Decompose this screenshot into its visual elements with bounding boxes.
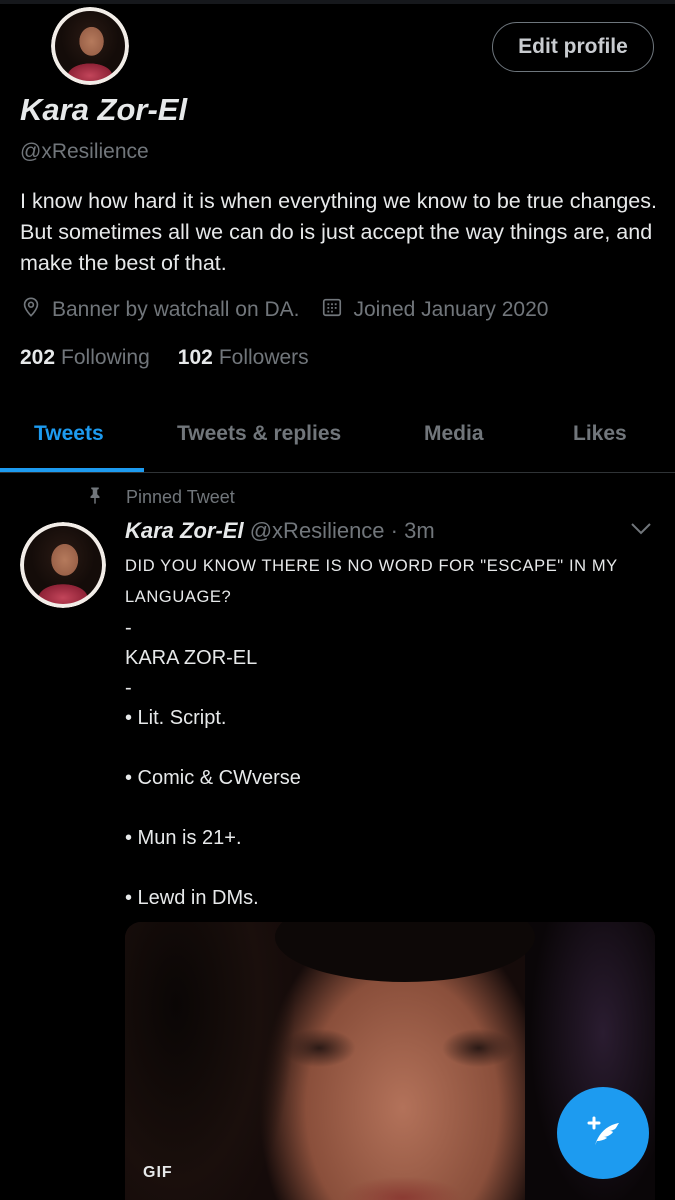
follow-counts: 202 Following 102 Followers [20,346,337,370]
following-count: 202 [20,346,56,369]
profile-meta: Banner by watchall on DA. Joined January… [20,296,548,324]
active-tab-indicator [0,468,144,472]
profile-handle: @xResilience [20,140,149,163]
tweet-time[interactable]: 3m [404,518,435,543]
tweet-bullet: • Lit. Script. [125,707,227,729]
gif-image-shade [125,922,295,1200]
tweet-author-handle[interactable]: @xResilience [250,518,385,543]
tweet-separator: · [390,518,398,543]
tweet-bullet: • Lewd in DMs. [125,887,259,909]
profile-location: Banner by watchall on DA. [52,298,300,321]
profile-avatar[interactable] [48,4,132,88]
followers-count: 102 [177,346,213,369]
gif-badge: GIF [143,1164,173,1181]
following-label: Following [61,346,150,369]
tab-tweets[interactable]: Tweets [34,422,104,446]
profile-joined: Joined January 2020 [353,298,549,321]
tweet-author-name[interactable]: Kara Zor-El [125,518,244,543]
tweet-body: DID YOU KNOW THERE IS NO WORD FOR "ESCAP… [125,551,665,913]
edit-profile-button[interactable]: Edit profile [492,22,654,72]
tab-media[interactable]: Media [424,422,484,446]
pinned-label: Pinned Tweet [126,487,235,507]
top-status-strip [0,0,675,4]
location-icon [20,296,52,324]
pin-icon [86,486,126,509]
followers-label: Followers [218,346,309,369]
pinned-indicator: Pinned Tweet [86,486,235,509]
tab-likes[interactable]: Likes [573,422,627,446]
tweet-bullet: • Mun is 21+. [125,827,242,849]
avatar-image [20,522,106,608]
tweet-bullet: • Comic & CWverse [125,767,301,789]
compose-tweet-button[interactable] [557,1087,649,1179]
profile-tabs: Tweets Tweets & replies Media Likes [0,412,675,473]
following-link[interactable]: 202 Following [20,346,150,370]
tweet-line: - [125,677,132,699]
tweet-author-avatar[interactable] [20,522,106,608]
profile-name: Kara Zor-El [20,92,188,127]
compose-tweet-icon [581,1109,625,1158]
chevron-down-icon[interactable] [630,522,652,541]
tweet-line: - [125,617,132,639]
profile-bio: I know how hard it is when everything we… [20,189,657,275]
avatar-image [51,7,129,85]
tab-tweets-replies[interactable]: Tweets & replies [177,422,341,446]
tweet-header: Kara Zor-El @xResilience · 3m [125,518,435,544]
followers-link[interactable]: 102 Followers [178,346,309,370]
tweet-line: KARA ZOR-EL [125,647,258,669]
calendar-icon [321,296,353,324]
tweet-line: DID YOU KNOW THERE IS NO WORD FOR "ESCAP… [125,557,618,606]
